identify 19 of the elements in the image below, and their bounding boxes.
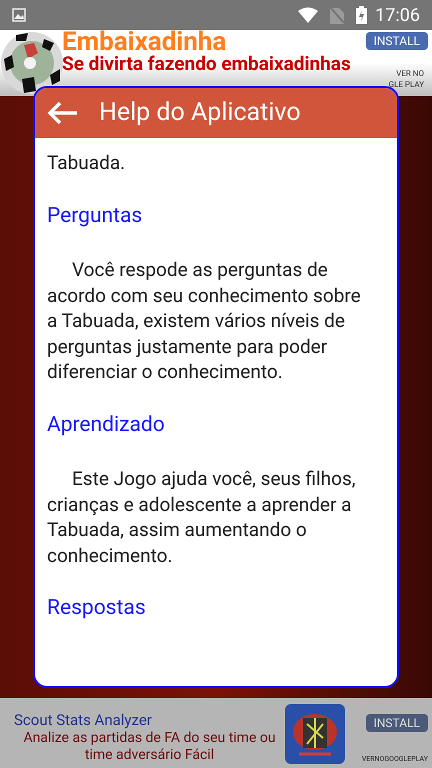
section-heading: Aprendizado [47, 412, 166, 438]
no-sim-icon [330, 6, 344, 24]
section-heading: Perguntas [47, 204, 144, 229]
help-paragraph: Este Jogo ajuda você, seus filhos, crianças e adolescente a aprender a Tabuada, assim aumentando o conhecimento. [47, 466, 357, 568]
image-icon [12, 8, 26, 22]
clock: 17:06 [375, 4, 420, 28]
battery-charging-icon [356, 6, 368, 24]
help-paragraph: Você respode as perguntas de acordo com seu conhecimento sobre a Tabuada, existem vários níveis de perguntas justamente para poder diferenciar o conhecimento. [47, 257, 362, 384]
back-button[interactable] [47, 101, 79, 125]
store-badge-text: VER NO GLE PLAY [388, 68, 424, 90]
install-button[interactable]: INSTALL [366, 714, 428, 732]
install-button[interactable]: INSTALL [366, 32, 428, 50]
ad-description: Analize as partidas de FA do seu time ou time adversário Fácil [22, 730, 277, 764]
wifi-icon [298, 7, 318, 23]
ad-title: Scout Stats Analyzer [14, 711, 153, 730]
back-arrow-icon [47, 101, 79, 125]
section-heading: Respostas [47, 596, 147, 622]
dialog-title: Help do Aplicativo [99, 97, 301, 130]
help-paragraph: Tabuada. [47, 150, 126, 176]
